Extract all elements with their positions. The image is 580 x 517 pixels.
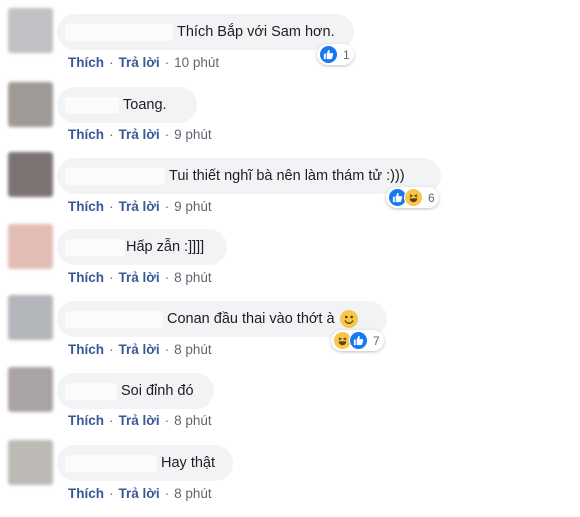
redacted-name — [65, 310, 163, 328]
reply-link[interactable]: Trả lời — [119, 127, 160, 142]
avatar[interactable] — [8, 8, 53, 53]
reaction-count: 7 — [373, 333, 380, 348]
separator-dot: · — [164, 127, 170, 142]
avatar[interactable] — [8, 295, 53, 340]
like-link[interactable]: Thích — [68, 127, 104, 142]
redacted-name — [65, 382, 117, 400]
reaction-count: 6 — [428, 190, 435, 205]
comment-actions: Thích · Trả lời · 8 phút — [68, 486, 212, 501]
comment-actions: Thích · Trả lời · 9 phút — [68, 127, 212, 142]
comment-text: Conan đầu thai vào thớt à — [167, 311, 335, 327]
comment-timestamp[interactable]: 8 phút — [174, 413, 212, 428]
like-link[interactable]: Thích — [68, 413, 104, 428]
comment-text: Hấp zẫn :]]]] — [126, 239, 205, 255]
comment-timestamp[interactable]: 9 phút — [174, 127, 212, 142]
comment-bubble: Tui thiết nghĩ bà nên làm thám tử :))) — [57, 158, 441, 194]
reply-link[interactable]: Trả lời — [119, 413, 160, 428]
like-link[interactable]: Thích — [68, 270, 104, 285]
comment-text: Toang. — [123, 97, 167, 113]
comment-actions: Thích · Trả lời · 8 phút — [68, 413, 212, 428]
reaction-count: 1 — [343, 47, 350, 62]
comment-bubble: Toang. — [57, 87, 197, 123]
separator-dot: · — [164, 486, 170, 501]
separator-dot: · — [164, 55, 170, 70]
comment-timestamp[interactable]: 8 phút — [174, 486, 212, 501]
redacted-name — [65, 238, 125, 256]
separator-dot: · — [109, 127, 114, 142]
comment-bubble: Thích Bắp với Sam hơn. — [57, 14, 354, 50]
redacted-name — [65, 454, 157, 472]
like-link[interactable]: Thích — [68, 55, 104, 70]
comment-bubble: Soi đỉnh đó — [57, 373, 214, 409]
comment-timestamp[interactable]: 8 phút — [174, 342, 212, 357]
comment-actions: Thích · Trả lời · 8 phút — [68, 342, 212, 357]
avatar[interactable] — [8, 82, 53, 127]
reply-link[interactable]: Trả lời — [119, 342, 160, 357]
separator-dot: · — [109, 342, 114, 357]
redacted-name — [65, 167, 165, 185]
comment-text: Hay thật — [161, 455, 215, 471]
separator-dot: · — [164, 199, 170, 214]
reply-link[interactable]: Trả lời — [119, 199, 160, 214]
comment-text: Soi đỉnh đó — [121, 383, 194, 399]
like-link[interactable]: Thích — [68, 342, 104, 357]
avatar[interactable] — [8, 367, 53, 412]
like-reaction-icon — [349, 331, 368, 350]
comment-bubble: Hay thật — [57, 445, 233, 481]
reply-link[interactable]: Trả lời — [119, 486, 160, 501]
comment-timestamp[interactable]: 9 phút — [174, 199, 212, 214]
separator-dot: · — [109, 55, 114, 70]
comment-timestamp[interactable]: 10 phút — [174, 55, 219, 70]
comment-text: Tui thiết nghĩ bà nên làm thám tử :))) — [169, 168, 405, 184]
comment-timestamp[interactable]: 8 phút — [174, 270, 212, 285]
avatar[interactable] — [8, 440, 53, 485]
reaction-summary[interactable]: 7 — [331, 330, 384, 351]
redacted-name — [65, 23, 173, 41]
separator-dot: · — [109, 486, 114, 501]
separator-dot: · — [109, 199, 114, 214]
smile-emoji-icon — [339, 310, 358, 328]
reply-link[interactable]: Trả lời — [119, 55, 160, 70]
comment-text: Thích Bắp với Sam hơn. — [177, 24, 335, 40]
separator-dot: · — [164, 342, 170, 357]
comment-actions: Thích · Trả lời · 8 phút — [68, 270, 212, 285]
like-reaction-icon — [319, 45, 338, 64]
like-link[interactable]: Thích — [68, 486, 104, 501]
comment-bubble: Hấp zẫn :]]]] — [57, 229, 227, 265]
like-link[interactable]: Thích — [68, 199, 104, 214]
avatar[interactable] — [8, 152, 53, 197]
haha-reaction-icon — [404, 188, 423, 207]
avatar[interactable] — [8, 224, 53, 269]
comment-actions: Thích · Trả lời · 10 phút — [68, 55, 219, 70]
reaction-summary[interactable]: 1 — [317, 44, 354, 65]
separator-dot: · — [109, 270, 114, 285]
redacted-name — [65, 96, 119, 114]
reply-link[interactable]: Trả lời — [119, 270, 160, 285]
separator-dot: · — [164, 270, 170, 285]
reaction-summary[interactable]: 6 — [386, 187, 439, 208]
separator-dot: · — [109, 413, 114, 428]
comment-actions: Thích · Trả lời · 9 phút — [68, 199, 212, 214]
separator-dot: · — [164, 413, 170, 428]
